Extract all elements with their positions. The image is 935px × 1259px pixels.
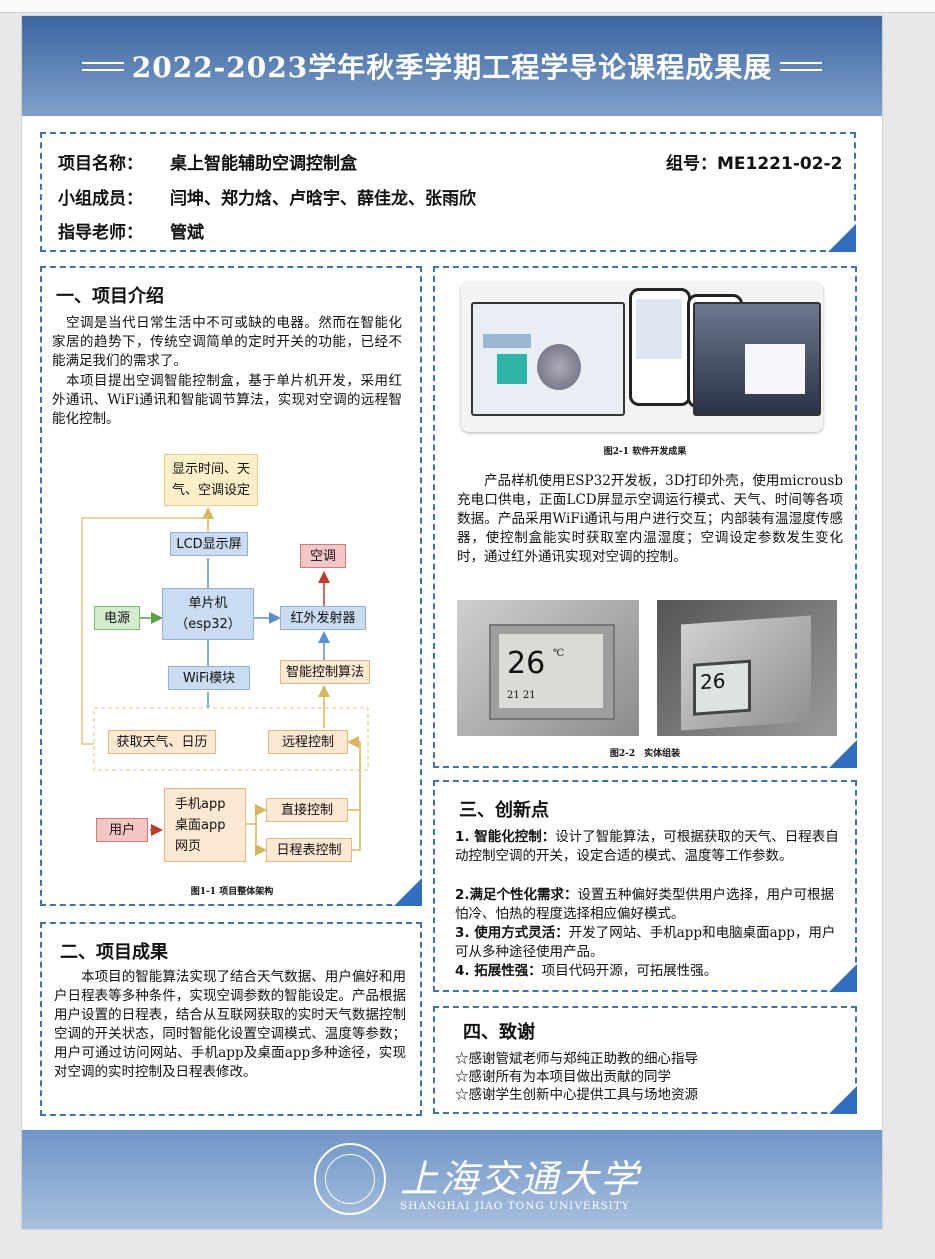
window-top-strip <box>0 0 935 13</box>
ac-node: 空调 <box>300 544 346 568</box>
corner-decoration <box>394 878 422 906</box>
thanks-section: 四、致谢 ☆感谢管斌老师与郑纯正助教的细心指导 ☆感谢所有为本项目做出贡献的同学… <box>433 1006 857 1114</box>
results-paragraph: 本项目的智能算法实现了结合天气数据、用户偏好和用户日程表等多种条件，实现空调参数… <box>54 969 406 1080</box>
schedule-control-node: 日程表控制 <box>266 838 352 862</box>
product-section: 图2-1 软件开发成果 产品样机使用ESP32开发板，3D打印外壳，使用micr… <box>433 266 857 768</box>
advisor: 管斌 <box>170 223 204 243</box>
lcd-node: LCD显示屏 <box>170 532 248 556</box>
phone-mockup-1 <box>629 288 691 406</box>
title-rule-right <box>780 61 823 71</box>
title-rule-left <box>81 61 124 71</box>
thanks-heading: 四、致谢 <box>463 1022 535 1043</box>
results-heading: 二、项目成果 <box>60 942 168 963</box>
thanks-item-1: ☆感谢管斌老师与郑纯正助教的细心指导 <box>455 1051 698 1067</box>
software-screens-image <box>461 282 823 432</box>
laptop-screen-left <box>471 302 625 416</box>
group-line: 组号：ME1221-02-2 <box>666 154 843 174</box>
innovation-item-3: 3. 使用方式灵活：开发了网站、手机app和电脑桌面app，用户可从多种途径使用… <box>455 925 836 960</box>
group-number: ME1221-02-2 <box>717 154 843 174</box>
hardware-photo-angle: 26 <box>657 600 837 736</box>
innovation-item-2: 2.满足个性化需求：设置五种偏好类型供用户选择，用户可根据怕冷、怕热的程度选择相… <box>455 887 835 922</box>
title-banner: 2022-2023学年秋季学期工程学导论课程成果展 <box>22 16 882 116</box>
figure-1-1-caption: 图1-1 项目整体架构 <box>190 887 274 897</box>
product-description: 产品样机使用ESP32开发板，3D打印外壳，使用microusb充电口供电，正面… <box>457 473 843 565</box>
corner-decoration <box>829 1086 857 1114</box>
mcu-node: 单片机 （esp32） <box>162 588 254 640</box>
university-name-en: SHANGHAI JIAO TONG UNIVERSITY <box>400 1200 630 1212</box>
poster-title: 2022-2023学年秋季学期工程学导论课程成果展 <box>131 51 773 84</box>
results-section: 二、项目成果 本项目的智能算法实现了结合天气数据、用户偏好和用户日程表等多种条件… <box>40 922 422 1116</box>
project-name: 桌上智能辅助空调控制盒 <box>170 154 357 174</box>
project-info-box: 项目名称： 桌上智能辅助空调控制盒 组号：ME1221-02-2 小组成员： 闫坤、… <box>40 132 856 252</box>
smart-algorithm-node: 智能控制算法 <box>280 660 370 684</box>
members: 闫坤、郑力焓、卢晗宇、薛佳龙、张雨欣 <box>170 189 476 209</box>
hardware-photo-front: 26 ℃ 21 21 <box>457 600 639 736</box>
user-node: 用户 <box>96 818 148 842</box>
poster: 2022-2023学年秋季学期工程学导论课程成果展 项目名称： 桌上智能辅助空调控… <box>22 16 882 1229</box>
remote-control-node: 远程控制 <box>268 730 348 754</box>
advisor-line: 指导老师： 管斌 <box>58 223 204 243</box>
laptop-screen-right <box>693 302 821 416</box>
wifi-module-node: WiFi模块 <box>168 666 250 690</box>
innovation-item-1: 1. 智能化控制：设计了智能算法，可根据获取的天气、日程表自动控制空调的开关，设… <box>455 829 839 864</box>
figure-2-1-caption: 图2-1 软件开发成果 <box>603 447 687 457</box>
intro-section: 一、项目介绍 空调是当代日常生活中不可或缺的电器。然而在智能化家居的趋势下，传统… <box>40 266 422 906</box>
innovation-section: 三、创新点 1. 智能化控制：设计了智能算法，可根据获取的天气、日程表自动控制空… <box>433 780 857 992</box>
members-line: 小组成员： 闫坤、郑力焓、卢晗宇、薛佳龙、张雨欣 <box>58 189 476 209</box>
direct-control-node: 直接控制 <box>266 798 348 822</box>
footer-banner: 上海交通大学 SHANGHAI JIAO TONG UNIVERSITY <box>22 1130 882 1229</box>
weather-calendar-node: 获取天气、日历 <box>108 730 216 754</box>
innovation-heading: 三、创新点 <box>459 800 549 821</box>
ir-emitter-node: 红外发射器 <box>280 606 366 630</box>
figure-2-2-caption: 图2-2 实体组装 <box>609 749 681 759</box>
apps-node: 手机app 桌面app 网页 <box>164 788 246 862</box>
display-info-node: 显示时间、天气、空调设定 <box>164 454 258 506</box>
corner-decoration <box>829 740 857 768</box>
power-node: 电源 <box>94 606 140 630</box>
university-name-cn: 上海交通大学 <box>400 1157 641 1201</box>
thanks-item-3: ☆感谢学生创新中心提供工具与场地资源 <box>455 1087 698 1103</box>
innovation-item-4: 4. 拓展性强：项目代码开源，可拓展性强。 <box>455 963 718 979</box>
thanks-item-2: ☆感谢所有为本项目做出贡献的同学 <box>455 1069 671 1085</box>
corner-decoration <box>829 964 857 992</box>
corner-decoration <box>828 224 856 252</box>
project-name-line: 项目名称： 桌上智能辅助空调控制盒 <box>58 154 357 174</box>
university-seal-icon <box>314 1143 386 1215</box>
